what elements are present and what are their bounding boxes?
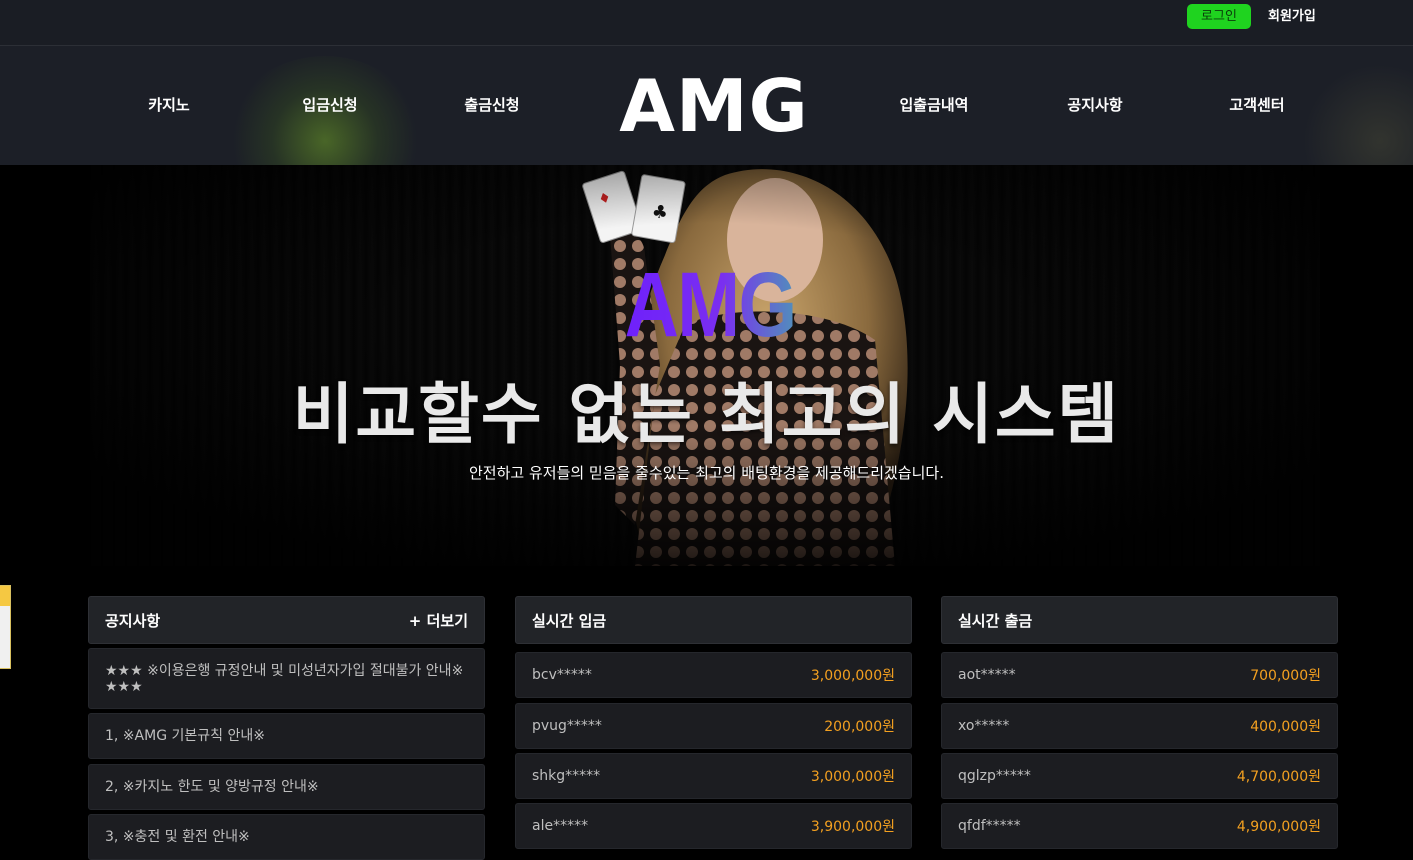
site-logo[interactable]: AMG [608,68,820,144]
withdraw-user: xo***** [958,718,1010,734]
hero-logo: AMG [587,257,833,353]
withdraw-panel: 실시간 출금 aot***** 700,000원 xo***** 400,000… [941,596,1338,849]
deposit-user: ale***** [532,818,589,834]
withdraw-row: aot***** 700,000원 [941,652,1338,698]
deposit-user: shkg***** [532,768,601,784]
withdraw-user: qglzp***** [958,768,1031,784]
notice-item[interactable]: 2, ※카지노 한도 및 양방규정 안내※ [88,764,485,810]
notice-item[interactable]: 1, ※AMG 기본규칙 안내※ [88,713,485,759]
deposit-row: pvug***** 200,000원 [515,703,912,749]
deposit-user: pvug***** [532,718,602,734]
withdraw-row: qglzp***** 4,700,000원 [941,753,1338,799]
deposit-user: bcv***** [532,667,592,683]
nav-item-notices[interactable]: 공지사항 [1035,46,1155,165]
login-button[interactable]: 로그인 [1187,4,1251,29]
deposit-panel: 실시간 입금 bcv***** 3,000,000원 pvug***** 200… [515,596,912,849]
deposit-panel-header: 실시간 입금 [515,596,912,644]
notice-panel: 공지사항 + 더보기 ★★★ ※이용은행 규정안내 및 미성년자가입 절대불가 … [88,596,485,860]
nav-item-transaction-history[interactable]: 입출금내역 [874,46,994,165]
withdraw-row: qfdf***** 4,900,000원 [941,803,1338,849]
withdraw-amount: 700,000원 [1250,668,1321,684]
notice-more-link[interactable]: + 더보기 [409,610,468,631]
nav-item-withdraw-request[interactable]: 출금신청 [432,46,552,165]
withdraw-user: aot***** [958,667,1016,683]
hero-vignette [0,165,1413,566]
nav-item-casino[interactable]: 카지노 [109,46,229,165]
deposit-amount: 3,000,000원 [810,769,895,785]
notice-item-text: 3, ※충전 및 환전 안내※ [105,829,250,845]
hero-subtitle: 안전하고 유저들의 믿음을 줄수있는 최고의 배팅환경을 제공해드리겠습니다. [469,464,944,482]
withdraw-panel-title: 실시간 출금 [958,611,1033,630]
notice-panel-title: 공지사항 [105,611,161,630]
notice-item-text: ★★★ ※이용은행 규정안내 및 미성년자가입 절대불가 안내※ ★★★ [105,662,464,695]
signup-link[interactable]: 회원가입 [1268,4,1316,29]
notice-panel-header: 공지사항 + 더보기 [88,596,485,644]
withdraw-row: xo***** 400,000원 [941,703,1338,749]
deposit-amount: 3,000,000원 [810,668,895,684]
hero-title: 비교할수 없는 최고의 시스템 [292,376,1121,453]
side-floating-widget[interactable] [0,585,11,669]
withdraw-amount: 4,900,000원 [1236,819,1321,835]
withdraw-user: qfdf***** [958,818,1021,834]
deposit-panel-title: 실시간 입금 [532,611,607,630]
top-bar: 로그인 회원가입 [0,0,1413,46]
notice-item-text: 2, ※카지노 한도 및 양방규정 안내※ [105,779,319,795]
notice-item[interactable]: 3, ※충전 및 환전 안내※ [88,814,485,860]
notice-item[interactable]: ★★★ ※이용은행 규정안내 및 미성년자가입 절대불가 안내※ ★★★ [88,648,485,709]
hero-banner: ♦ ♣ AMG 비교할수 없는 최고의 시스템 안전하고 유저들의 믿음을 줄수… [0,165,1413,566]
deposit-row: ale***** 3,900,000원 [515,803,912,849]
nav-item-deposit-request[interactable]: 입금신청 [270,46,390,165]
withdraw-amount: 4,700,000원 [1236,769,1321,785]
notice-item-text: 1, ※AMG 기본규칙 안내※ [105,728,265,744]
withdraw-amount: 400,000원 [1250,719,1321,735]
main-nav: 카지노 입금신청 출금신청 AMG 입출금내역 공지사항 고객센터 [0,46,1413,165]
deposit-amount: 200,000원 [824,719,895,735]
deposit-amount: 3,900,000원 [810,819,895,835]
withdraw-panel-header: 실시간 출금 [941,596,1338,644]
deposit-row: bcv***** 3,000,000원 [515,652,912,698]
deposit-row: shkg***** 3,000,000원 [515,753,912,799]
nav-item-customer-center[interactable]: 고객센터 [1197,46,1317,165]
